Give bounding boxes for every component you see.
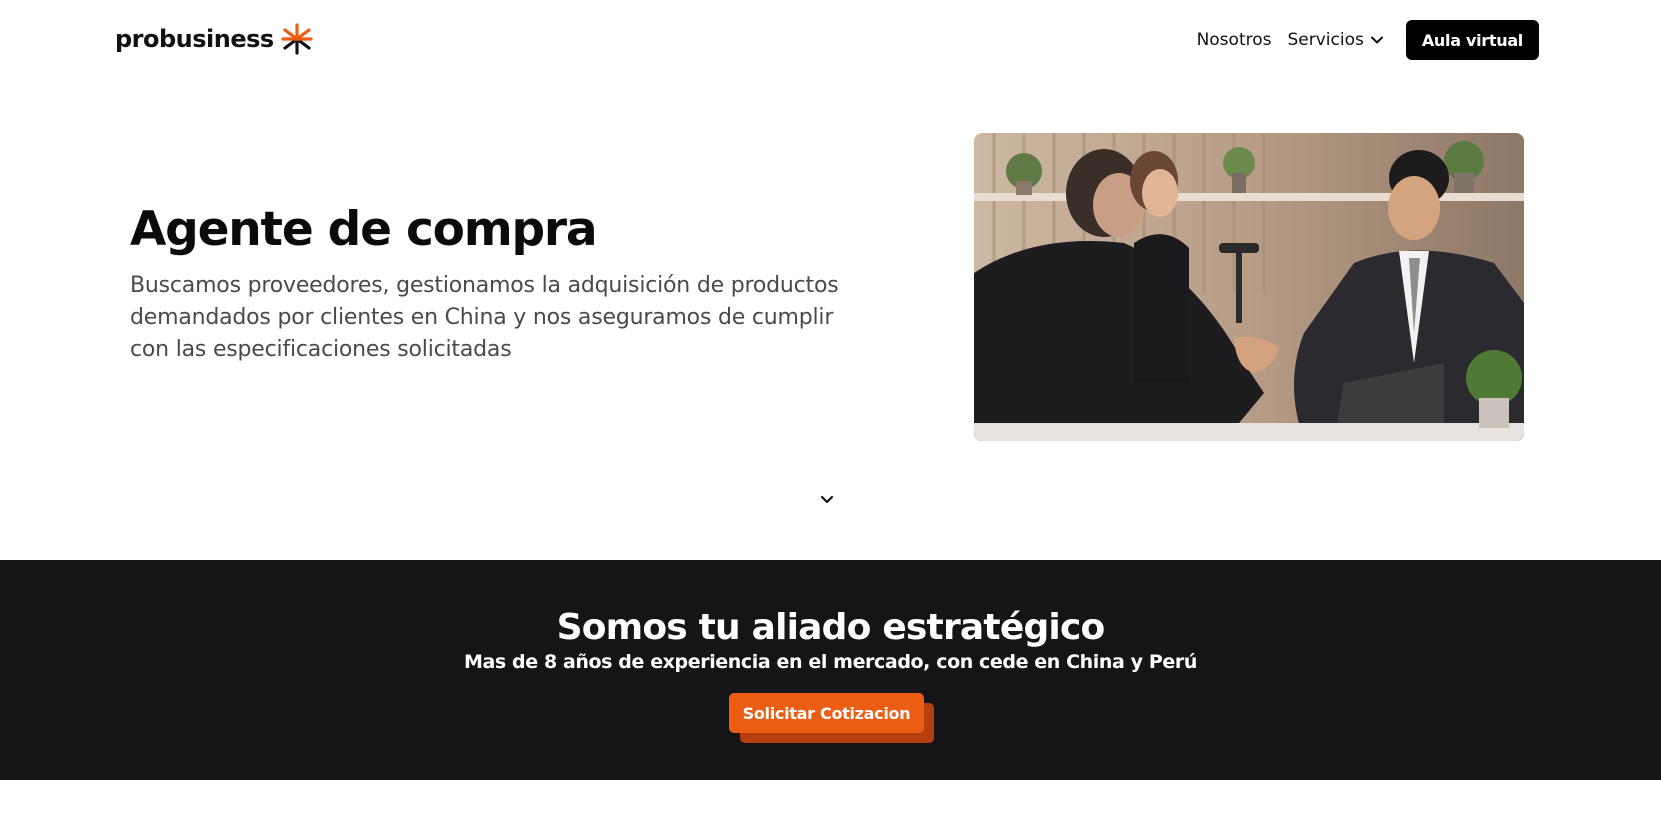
section-title: Somos tu aliado estratégico: [556, 607, 1106, 648]
brand-name: probusiness: [115, 25, 274, 53]
section-subtitle: Mas de 8 años de experiencia en el merca…: [463, 651, 1197, 673]
hero-description: Buscamos proveedores, gestionamos la adq…: [130, 273, 839, 362]
chevron-down-icon: [1370, 36, 1383, 44]
handshake-business-meeting-photo: [974, 133, 1524, 441]
nav-link-nosotros[interactable]: Nosotros: [1197, 30, 1272, 50]
brand-logo-link[interactable]: probusiness: [115, 20, 314, 58]
hero-title: Agente de compra: [130, 202, 598, 257]
scroll-down-chevron-icon[interactable]: [818, 490, 836, 508]
nav-dropdown-servicios[interactable]: Servicios: [1287, 30, 1383, 50]
solicitar-cotizacion-button[interactable]: Solicitar Cotizacion: [729, 693, 924, 733]
main-nav: Nosotros Servicios Aula virtual: [1197, 20, 1539, 60]
hero-photo: [974, 133, 1524, 441]
nav-dropdown-servicios-label: Servicios: [1287, 30, 1364, 50]
nav-link-nosotros-label: Nosotros: [1196, 30, 1272, 50]
asterisk-logo-icon: [281, 23, 313, 55]
aula-virtual-button[interactable]: Aula virtual: [1405, 20, 1539, 60]
site-header: probusiness Nosotros Servicios Aula virt…: [0, 0, 1661, 80]
cta-wrapper: Solicitar Cotizacion: [729, 693, 934, 743]
